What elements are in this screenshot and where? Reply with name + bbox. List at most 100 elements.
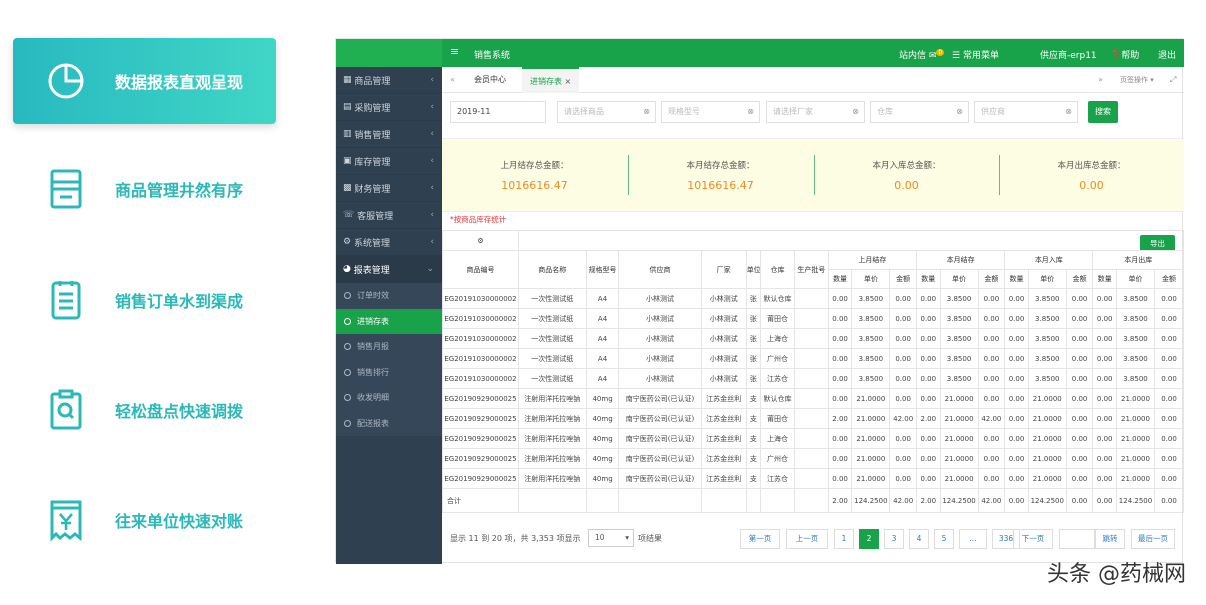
clear-icon[interactable]: ⊗	[956, 102, 963, 122]
column-header[interactable]: 规格型号	[585, 250, 620, 289]
sidebar-item-sales[interactable]: ▥ 销售管理 ‹	[336, 121, 442, 148]
help-link[interactable]: ❓帮助	[1110, 48, 1139, 61]
sub-column-header[interactable]: 金额	[977, 269, 1006, 289]
column-header[interactable]: 商品名称	[517, 250, 587, 289]
promo-stocktake[interactable]: 轻松盘点快速调拨	[13, 367, 276, 453]
sub-column-header[interactable]: 单价	[1116, 269, 1155, 289]
sidebar-item-reports[interactable]: ◕ 报表管理 ⌄	[336, 256, 442, 283]
common-menu-link[interactable]: ☰ 常用菜单	[952, 48, 999, 61]
sidebar-item-goods[interactable]: ▦ 商品管理 ‹	[336, 67, 442, 94]
table-row[interactable]: EG20190929000025 注射用洋托拉唑钠 40mg 南宁医药公司(已认证) 江…	[442, 468, 1185, 489]
sub-column-header[interactable]: 单价	[851, 269, 891, 289]
table-cell: 江苏仓	[760, 368, 795, 389]
table-row[interactable]: EG20191030000002 一次性测试纸 A4 小林测试 小林测试张江苏仓 0.00…	[442, 368, 1185, 389]
page-number-button[interactable]: ...	[959, 529, 987, 549]
table-row[interactable]: EG20191030000002 一次性测试纸 A4 小林测试 小林测试张默认仓库 0.0…	[442, 288, 1185, 309]
clear-icon[interactable]: ⊗	[1065, 102, 1072, 122]
sub-column-header[interactable]: 单价	[1027, 269, 1067, 289]
column-header[interactable]: 供应商	[618, 250, 702, 289]
sub-column-header[interactable]: 数量	[1092, 269, 1118, 289]
fullscreen-icon[interactable]: ⤢	[1170, 67, 1176, 93]
sidebar-subitem-monthly-sales[interactable]: 销售月报	[336, 334, 442, 360]
page-ops-dropdown[interactable]: 页签操作 ▾	[1120, 67, 1154, 93]
page-number-button[interactable]: 2	[859, 529, 879, 549]
prev-page-button[interactable]: 上一页	[786, 529, 828, 549]
export-button[interactable]: 导出	[1140, 235, 1175, 250]
column-header[interactable]: 商品编号	[442, 250, 519, 289]
common-menu-label: 常用菜单	[962, 51, 999, 61]
page-number-button[interactable]: 1	[834, 529, 854, 549]
table-cell: 南宁医药公司(已认证)	[618, 408, 702, 429]
clear-icon[interactable]: ⊗	[643, 102, 650, 122]
spec-input[interactable]: 规格型号 ⊗	[661, 101, 760, 123]
page-number-button[interactable]: 5	[934, 529, 954, 549]
sub-column-header[interactable]: 数量	[1004, 269, 1029, 289]
sidebar-subitem-inventory-report[interactable]: 进销存表	[336, 308, 442, 334]
table-row[interactable]: EG20191030000002 一次性测试纸 A4 小林测试 小林测试张广州仓 0.00…	[442, 348, 1185, 369]
logout-link[interactable]: 退出	[1158, 48, 1176, 61]
summary-value: 1016616.47	[687, 179, 754, 192]
sub-column-header[interactable]: 数量	[915, 269, 941, 289]
tab-scroll-left-icon[interactable]: «	[450, 67, 455, 93]
last-page-button[interactable]: 最后一页	[1131, 529, 1175, 549]
sidebar-subitem-sales-ranking[interactable]: 销售排行	[336, 359, 442, 385]
system-name[interactable]: 销售系统	[474, 48, 510, 61]
clear-icon[interactable]: ⊗	[852, 102, 859, 122]
menu-toggle-icon[interactable]: ≡	[450, 45, 459, 58]
clear-icon[interactable]: ⊗	[747, 102, 754, 122]
sidebar-subitem-shipping-detail[interactable]: 收发明细	[336, 385, 442, 411]
search-button[interactable]: 搜索	[1088, 101, 1118, 123]
sub-column-header[interactable]: 数量	[827, 269, 853, 289]
sidebar-item-stock[interactable]: ▣ 库存管理 ‹	[336, 148, 442, 175]
warehouse-select[interactable]: 仓库 ⊗	[870, 101, 969, 123]
table-row[interactable]: EG20190929000025 注射用洋托拉唑钠 40mg 南宁医药公司(已认证) 江…	[442, 388, 1185, 409]
promo-orders[interactable]: 销售订单水到渠成	[13, 257, 276, 343]
sub-column-header[interactable]: 单价	[939, 269, 979, 289]
column-header[interactable]: 单位	[745, 250, 762, 289]
tab-scroll-right-icon[interactable]: »	[1098, 67, 1103, 93]
table-cell: 21.0000	[851, 448, 891, 469]
tab-member-center[interactable]: 会员中心	[474, 67, 506, 93]
sub-column-header[interactable]: 金额	[1065, 269, 1094, 289]
table-cell: EG20190929000025	[442, 408, 519, 429]
promo-report[interactable]: 数据报表直观呈现	[13, 38, 276, 124]
tab-inventory-report[interactable]: 进销存表 ×	[522, 67, 580, 93]
page-size-select[interactable]: 10 ▾	[588, 529, 634, 547]
column-header[interactable]: 厂家	[700, 250, 747, 289]
sidebar-item-finance[interactable]: ▩ 财务管理 ‹	[336, 175, 442, 202]
user-name[interactable]: 供应商-erp11	[1040, 48, 1097, 61]
table-cell: 42.00	[889, 408, 917, 429]
page-number-button[interactable]: 3	[884, 529, 904, 549]
jump-button[interactable]: 跳转	[1095, 529, 1125, 549]
promo-goods[interactable]: 商品管理井然有序	[13, 146, 276, 232]
first-page-button[interactable]: 第一页	[740, 529, 780, 549]
column-header[interactable]: 生产批号	[793, 250, 829, 289]
column-header[interactable]: 仓库	[760, 250, 795, 289]
sidebar-item-service[interactable]: ☏ 客服管理 ‹	[336, 202, 442, 229]
maker-select[interactable]: 请选择厂家 ⊗	[766, 101, 865, 123]
table-row[interactable]: EG20191030000002 一次性测试纸 A4 小林测试 小林测试张莆田仓 0.00…	[442, 308, 1185, 329]
inbox-link[interactable]: 站内信 ✉ 0	[899, 48, 945, 61]
month-input[interactable]: 2019-11	[450, 101, 546, 123]
sidebar-subitem-delivery-report[interactable]: 配送报表	[336, 410, 442, 436]
page-number-button[interactable]: 4	[909, 529, 929, 549]
promo-reconcile[interactable]: 往来单位快速对账	[13, 477, 276, 563]
table-cell: 21.0000	[1116, 388, 1155, 409]
table-row[interactable]: EG20190929000025 注射用洋托拉唑钠 40mg 南宁医药公司(已认证) 江…	[442, 428, 1185, 449]
table-row[interactable]: EG20191030000002 一次性测试纸 A4 小林测试 小林测试张上海仓 0.00…	[442, 328, 1185, 349]
table-row[interactable]: EG20190929000025 注射用洋托拉唑钠 40mg 南宁医药公司(已认证) 江…	[442, 448, 1185, 469]
jump-page-input[interactable]	[1059, 529, 1095, 549]
sidebar-subitem-order-timeliness[interactable]: 订单时效	[336, 283, 442, 309]
sidebar-item-purchase[interactable]: ▤ 采购管理 ‹	[336, 94, 442, 121]
next-page-button[interactable]: 下一页	[1013, 529, 1053, 549]
table-row[interactable]: EG20190929000025 注射用洋托拉唑钠 40mg 南宁医药公司(已认证) 江…	[442, 408, 1185, 429]
sub-column-header[interactable]: 金额	[1153, 269, 1185, 289]
column-settings-gear-icon[interactable]: ⚙	[442, 230, 519, 251]
table-cell: 0.00	[827, 468, 853, 489]
total-row[interactable]: 合计 2.00 124.2500 42.00 2.00 124.2500 42.00 0.00…	[442, 488, 1185, 513]
close-icon[interactable]: ×	[565, 77, 572, 86]
sidebar-item-system[interactable]: ⚙ 系统管理 ‹	[336, 229, 442, 256]
sub-column-header[interactable]: 金额	[889, 269, 917, 289]
product-select[interactable]: 请选择商品 ⊗	[557, 101, 656, 123]
supplier-select[interactable]: 供应商 ⊗	[974, 101, 1078, 123]
